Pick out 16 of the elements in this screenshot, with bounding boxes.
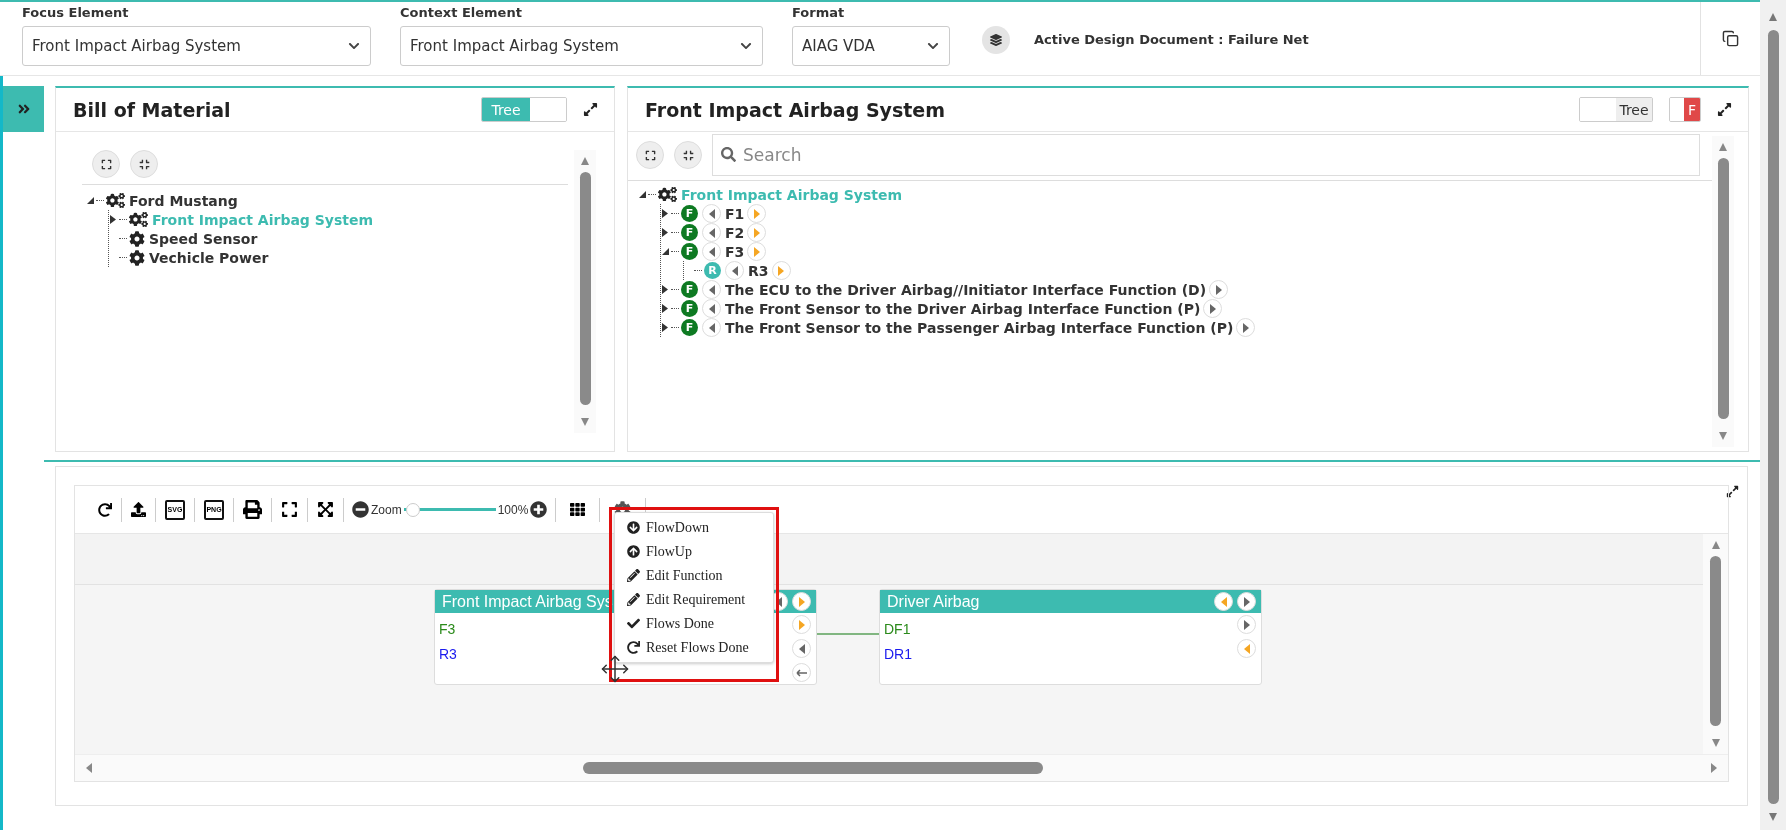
type-badge: F	[681, 300, 698, 317]
zoom-reading: 100%	[497, 502, 529, 517]
type-badge: F	[681, 243, 698, 260]
type-badge: F	[681, 205, 698, 222]
zoom-label: Zoom	[371, 502, 402, 517]
field-label: Format	[792, 5, 846, 20]
field-label: Context Element	[400, 5, 523, 20]
field-label: Focus Element	[22, 5, 130, 20]
panel-title: Bill of Material	[73, 98, 232, 121]
type-badge: F	[681, 281, 698, 298]
node-title: Driver Airbag	[887, 592, 980, 611]
type-badge: F	[681, 319, 698, 336]
active-document-label: Active Design Document : Failure Net	[1034, 32, 1310, 49]
type-badge: F	[681, 224, 698, 241]
type-badge: R	[704, 262, 721, 279]
panel-title: Front Impact Airbag System	[645, 98, 947, 121]
